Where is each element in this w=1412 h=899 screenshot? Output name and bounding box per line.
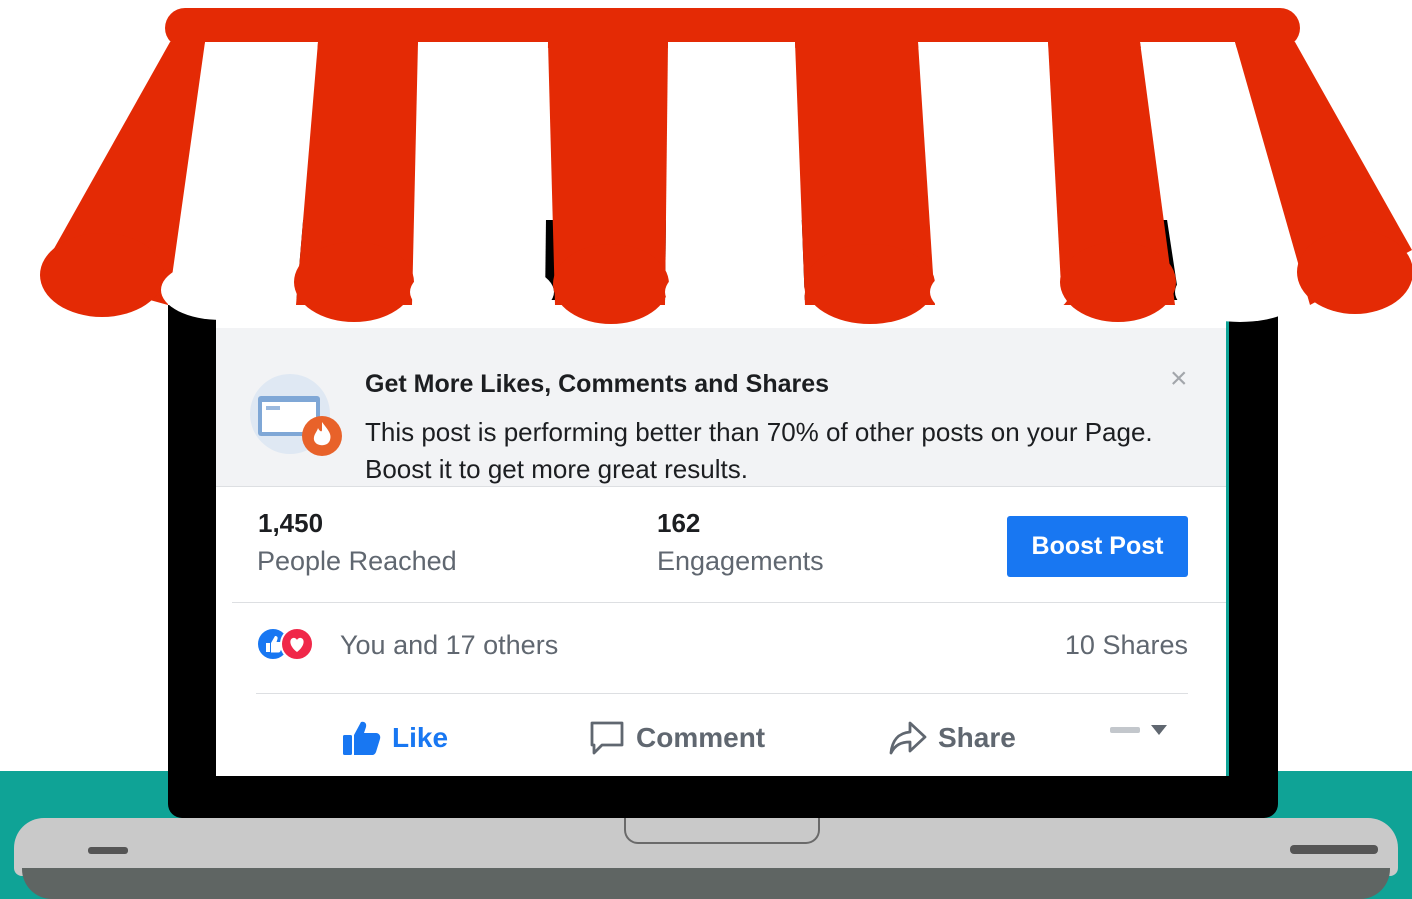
divider — [232, 602, 1228, 603]
laptop-vent-right — [1290, 845, 1378, 854]
reactions-summary[interactable]: You and 17 others — [340, 630, 558, 661]
shares-count[interactable]: 10 Shares — [1065, 630, 1188, 661]
like-button[interactable]: Like — [342, 718, 448, 758]
store-awning — [40, 8, 1412, 324]
boost-post-button[interactable]: Boost Post — [1007, 516, 1188, 577]
page-avatar-icon — [1110, 727, 1140, 733]
laptop-base-underside — [22, 868, 1390, 899]
love-reaction-icon — [280, 627, 314, 661]
engagements-value: 162 — [657, 508, 701, 538]
laptop-notch — [624, 818, 820, 844]
thumbs-up-icon — [343, 721, 381, 755]
boost-notice: Get More Likes, Comments and Shares This… — [216, 328, 1228, 487]
notice-body: This post is performing better than 70% … — [365, 417, 1153, 484]
comment-button[interactable]: Comment — [588, 718, 765, 758]
laptop-screen: Get More Likes, Comments and Shares This… — [216, 300, 1228, 776]
screen-edge — [1226, 300, 1229, 776]
like-label: Like — [392, 722, 449, 753]
comment-label: Comment — [636, 722, 766, 753]
share-label: Share — [938, 722, 1016, 753]
chevron-down-icon — [1151, 725, 1167, 735]
divider — [256, 693, 1188, 694]
close-icon[interactable]: × — [1170, 362, 1188, 396]
boost-post-icon — [250, 374, 342, 456]
people-reached-label: People Reached — [257, 546, 457, 576]
share-icon — [889, 721, 927, 755]
audience-selector[interactable] — [1110, 724, 1168, 736]
notice-title: Get More Likes, Comments and Shares — [365, 370, 830, 398]
people-reached-value: 1,450 — [258, 508, 324, 538]
share-button[interactable]: Share — [888, 718, 1016, 758]
laptop-vent-left — [88, 847, 128, 854]
comment-icon — [590, 721, 624, 755]
engagements-label: Engagements — [657, 546, 824, 576]
